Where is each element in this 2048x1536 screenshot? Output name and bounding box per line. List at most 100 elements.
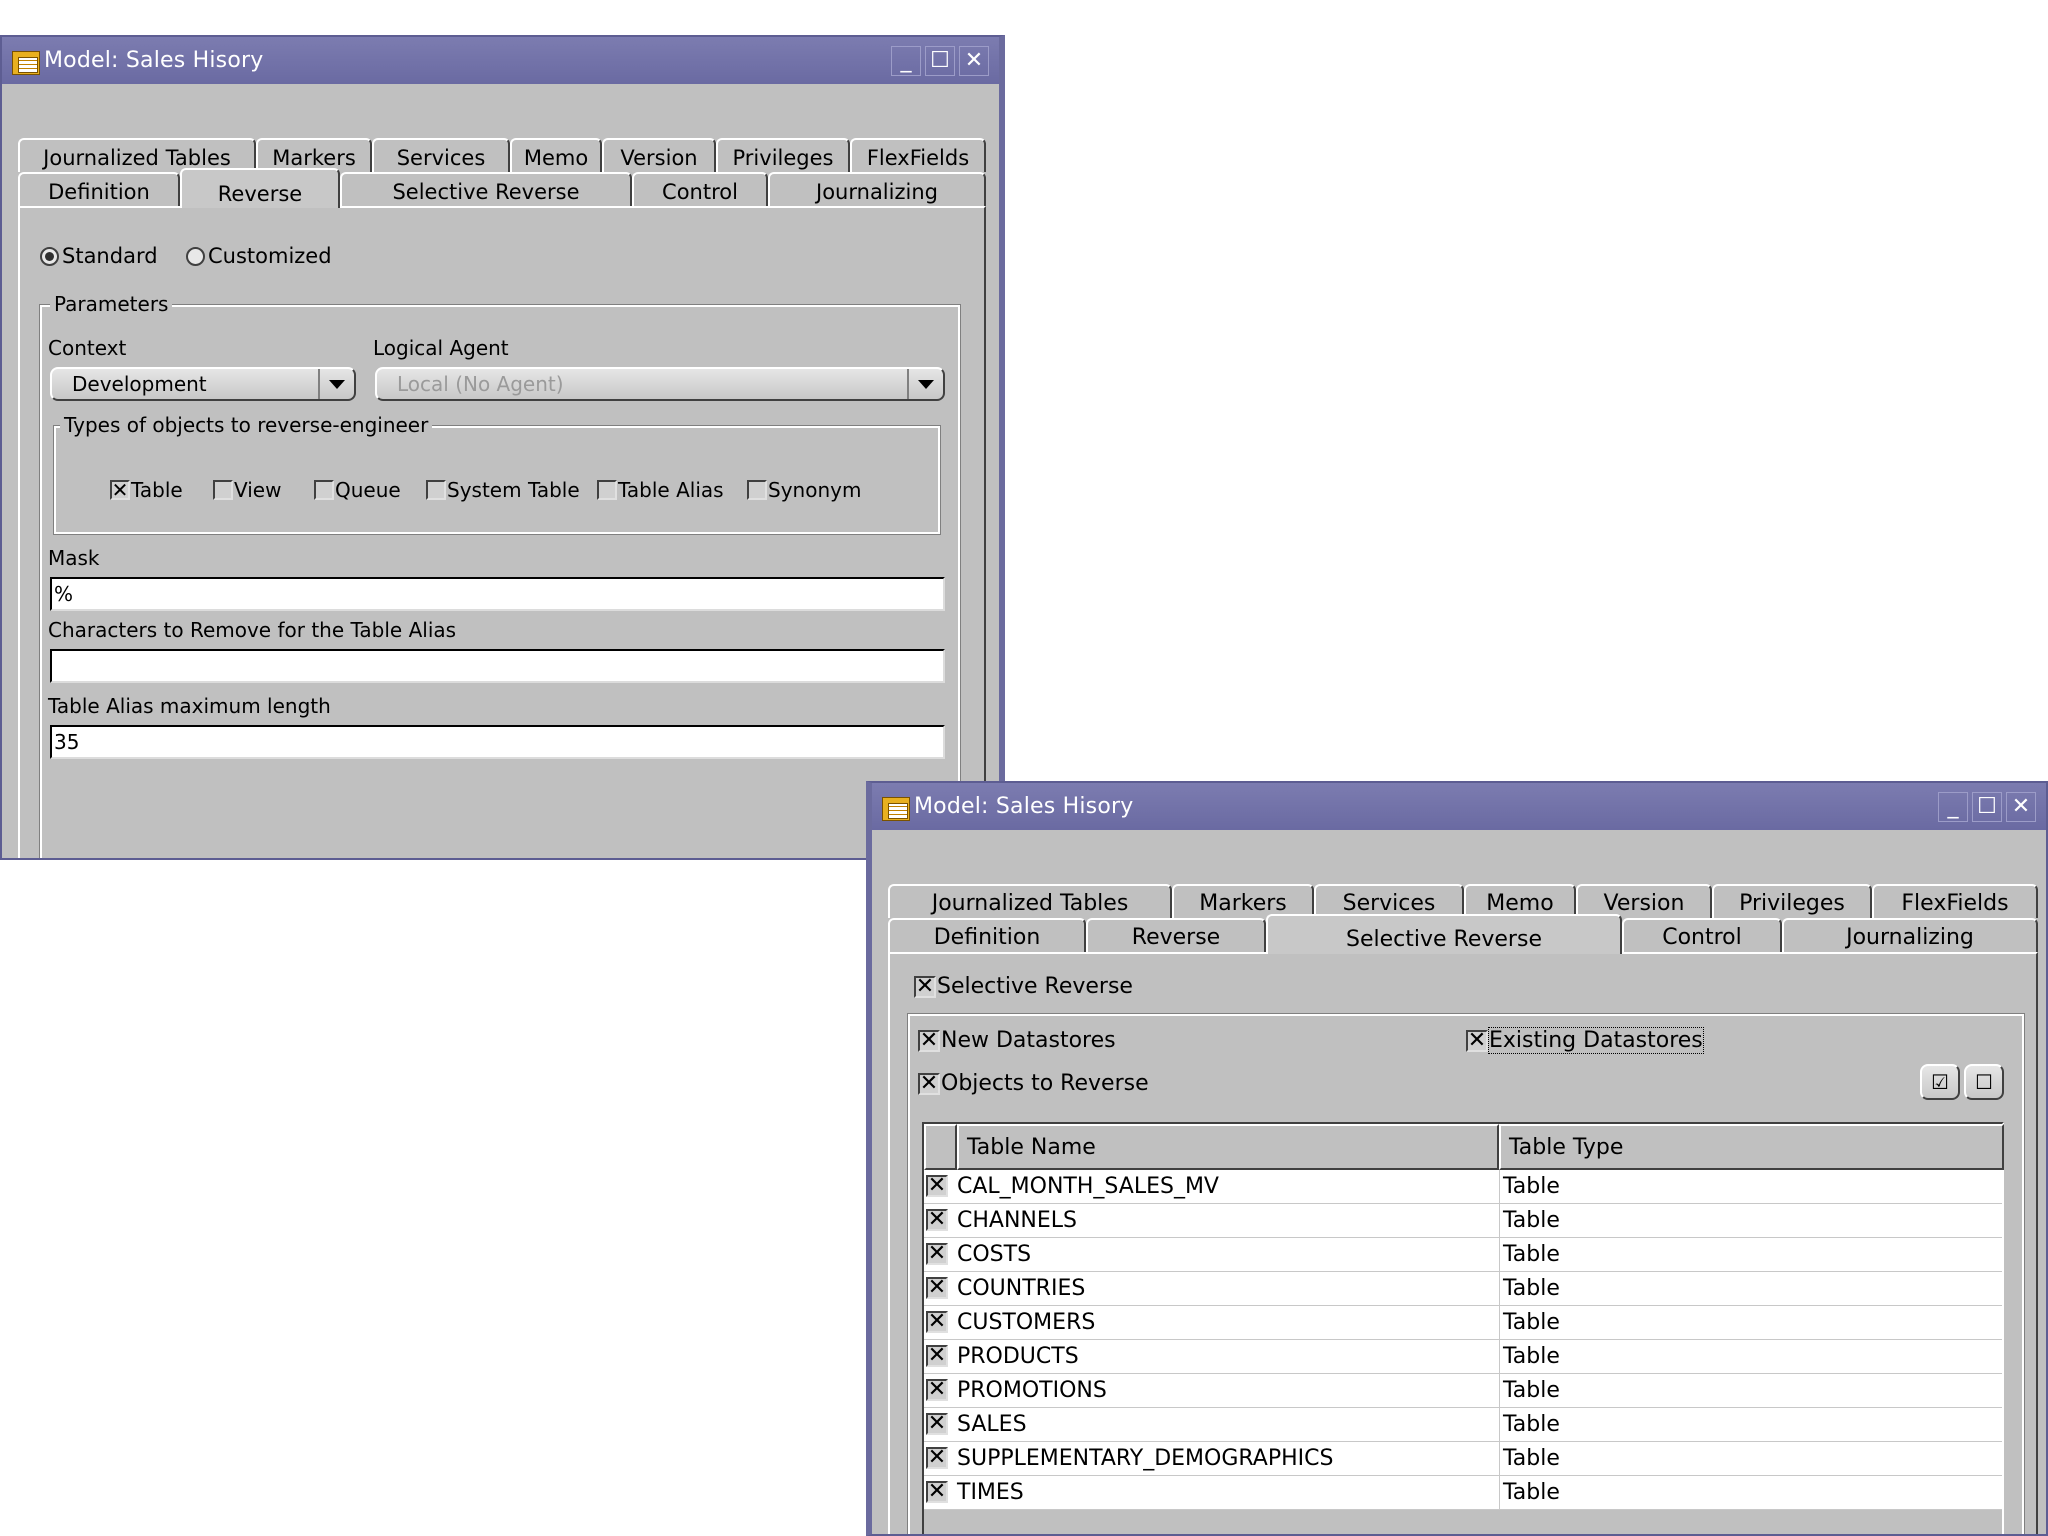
- table-type-cell: Table: [1499, 1476, 2046, 1509]
- table-name-cell: SALES: [957, 1412, 1027, 1437]
- table-type-cell: Table: [1499, 1272, 2046, 1305]
- title-bar[interactable]: Model: Sales Hisory _ ☐ ✕: [872, 783, 2046, 830]
- table-row[interactable]: ✕ CHANNELS Table: [924, 1204, 2002, 1238]
- chevron-down-icon[interactable]: [318, 369, 354, 399]
- checkbox-checked-icon[interactable]: ✕: [926, 1481, 948, 1503]
- tab-privileges[interactable]: Privileges: [716, 138, 850, 172]
- mask-input[interactable]: %: [50, 577, 945, 611]
- checkbox-checked-icon[interactable]: ✕: [926, 1243, 948, 1265]
- table-row[interactable]: ✕ PROMOTIONS Table: [924, 1374, 2002, 1408]
- close-button[interactable]: ✕: [959, 45, 989, 76]
- tab-markers[interactable]: Markers: [256, 138, 372, 172]
- tab-services[interactable]: Services: [372, 138, 510, 172]
- table-name-cell: CAL_MONTH_SALES_MV: [957, 1174, 1219, 1199]
- table-name-cell: PRODUCTS: [957, 1344, 1079, 1369]
- tab-services[interactable]: Services: [1314, 884, 1464, 918]
- logical-agent-select[interactable]: Local (No Agent): [375, 367, 945, 401]
- tab-version[interactable]: Version: [602, 138, 716, 172]
- new-datastores-checkbox[interactable]: ✕ New Datastores: [918, 1028, 1116, 1053]
- tab-markers[interactable]: Markers: [1172, 884, 1314, 918]
- checkbox-checked-icon[interactable]: ✕: [926, 1345, 948, 1367]
- objects-to-reverse-checkbox[interactable]: ✕ Objects to Reverse: [918, 1071, 1149, 1096]
- model-window-selective-reverse: Model: Sales Hisory _ ☐ ✕ Journalized Ta…: [866, 781, 2048, 1536]
- checkbox-unchecked-icon: [597, 480, 617, 500]
- tab-definition[interactable]: Definition: [18, 172, 180, 206]
- table-row[interactable]: ✕ CAL_MONTH_SALES_MV Table: [924, 1170, 2002, 1204]
- table-header-type[interactable]: Table Type: [1499, 1124, 2004, 1170]
- checkbox-checked-icon: ✕: [918, 1027, 940, 1053]
- type-system-table-checkbox[interactable]: System Table: [426, 478, 580, 502]
- minimize-button[interactable]: _: [891, 45, 921, 76]
- table-name-cell: COUNTRIES: [957, 1276, 1086, 1301]
- checkbox-checked-icon[interactable]: ✕: [926, 1277, 948, 1299]
- context-select[interactable]: Development: [50, 367, 356, 401]
- table-row[interactable]: ✕ PRODUCTS Table: [924, 1340, 2002, 1374]
- table-row[interactable]: ✕ CUSTOMERS Table: [924, 1306, 2002, 1340]
- tab-journalizing[interactable]: Journalizing: [1782, 918, 2038, 952]
- tab-flexfields[interactable]: FlexFields: [1872, 884, 2038, 918]
- table-row[interactable]: ✕ SALES Table: [924, 1408, 2002, 1442]
- type-queue-checkbox[interactable]: Queue: [314, 478, 401, 502]
- type-synonym-checkbox[interactable]: Synonym: [747, 478, 861, 502]
- checkbox-unchecked-icon: [314, 480, 334, 500]
- tab-definition[interactable]: Definition: [888, 918, 1086, 952]
- close-button[interactable]: ✕: [2006, 791, 2036, 822]
- selective-reverse-panel: ✕ Selective Reverse ✕ New Datastores ✕ E…: [888, 952, 2038, 1534]
- checkbox-checked-icon[interactable]: ✕: [926, 1413, 948, 1435]
- table-type-cell: Table: [1499, 1170, 2046, 1203]
- table-name-cell: COSTS: [957, 1242, 1032, 1267]
- tab-selective-reverse[interactable]: Selective Reverse: [340, 172, 632, 206]
- table-name-cell: PROMOTIONS: [957, 1378, 1107, 1403]
- checkbox-checked-icon[interactable]: ✕: [926, 1447, 948, 1469]
- customized-radio[interactable]: Customized: [186, 244, 332, 268]
- tab-reverse[interactable]: Reverse: [1086, 918, 1266, 952]
- tab-control[interactable]: Control: [1622, 918, 1782, 952]
- chars-remove-label: Characters to Remove for the Table Alias: [48, 618, 457, 642]
- table-row[interactable]: ✕ TIMES Table: [924, 1476, 2002, 1510]
- table-name-cell: CUSTOMERS: [957, 1310, 1096, 1335]
- table-row[interactable]: ✕ SUPPLEMENTARY_DEMOGRAPHICS Table: [924, 1442, 2002, 1476]
- chars-remove-input[interactable]: [50, 649, 945, 683]
- select-all-button[interactable]: ☑: [1920, 1064, 1960, 1100]
- checkbox-checked-icon[interactable]: ✕: [926, 1311, 948, 1333]
- uncheck-all-icon: ☐: [1975, 1070, 1993, 1094]
- maximize-button[interactable]: ☐: [925, 45, 955, 76]
- tab-memo[interactable]: Memo: [510, 138, 602, 172]
- logical-agent-label: Logical Agent: [373, 336, 509, 360]
- existing-datastores-checkbox[interactable]: ✕ Existing Datastores: [1466, 1027, 1704, 1054]
- types-label: Types of objects to reverse-engineer: [60, 413, 433, 437]
- tab-version[interactable]: Version: [1576, 884, 1712, 918]
- alias-max-label: Table Alias maximum length: [48, 694, 331, 718]
- chevron-down-icon[interactable]: [907, 369, 943, 399]
- alias-max-input[interactable]: 35: [50, 725, 945, 759]
- checkbox-checked-icon[interactable]: ✕: [926, 1175, 948, 1197]
- tab-journalized-tables[interactable]: Journalized Tables: [18, 138, 256, 172]
- checkbox-checked-icon[interactable]: ✕: [926, 1209, 948, 1231]
- table-header-select: [924, 1124, 957, 1170]
- type-table-alias-checkbox[interactable]: Table Alias: [597, 478, 724, 502]
- window-title: Model: Sales Hisory: [44, 48, 264, 73]
- maximize-button[interactable]: ☐: [1972, 791, 2002, 822]
- title-bar[interactable]: Model: Sales Hisory _ ☐ ✕: [2, 37, 999, 84]
- tab-journalized-tables[interactable]: Journalized Tables: [888, 884, 1172, 918]
- tab-memo[interactable]: Memo: [1464, 884, 1576, 918]
- table-row[interactable]: ✕ COSTS Table: [924, 1238, 2002, 1272]
- type-view-checkbox[interactable]: View: [213, 478, 281, 502]
- selective-reverse-checkbox[interactable]: ✕ Selective Reverse: [914, 974, 1133, 999]
- tab-selective-reverse[interactable]: Selective Reverse: [1266, 914, 1622, 954]
- table-row[interactable]: ✕ COUNTRIES Table: [924, 1272, 2002, 1306]
- tab-flexfields[interactable]: FlexFields: [850, 138, 986, 172]
- table-header-name[interactable]: Table Name: [957, 1124, 1499, 1170]
- checkbox-checked-icon[interactable]: ✕: [926, 1379, 948, 1401]
- tab-control[interactable]: Control: [632, 172, 768, 206]
- tab-privileges[interactable]: Privileges: [1712, 884, 1872, 918]
- tab-journalizing[interactable]: Journalizing: [768, 172, 986, 206]
- context-label: Context: [48, 336, 127, 360]
- type-table-checkbox[interactable]: ✕ Table: [110, 478, 183, 502]
- deselect-all-button[interactable]: ☐: [1964, 1064, 2004, 1100]
- checkbox-unchecked-icon: [426, 480, 446, 500]
- minimize-button[interactable]: _: [1938, 791, 1968, 822]
- checkbox-checked-icon: ✕: [914, 973, 936, 999]
- standard-radio[interactable]: Standard: [40, 244, 158, 268]
- tab-reverse[interactable]: Reverse: [180, 168, 340, 208]
